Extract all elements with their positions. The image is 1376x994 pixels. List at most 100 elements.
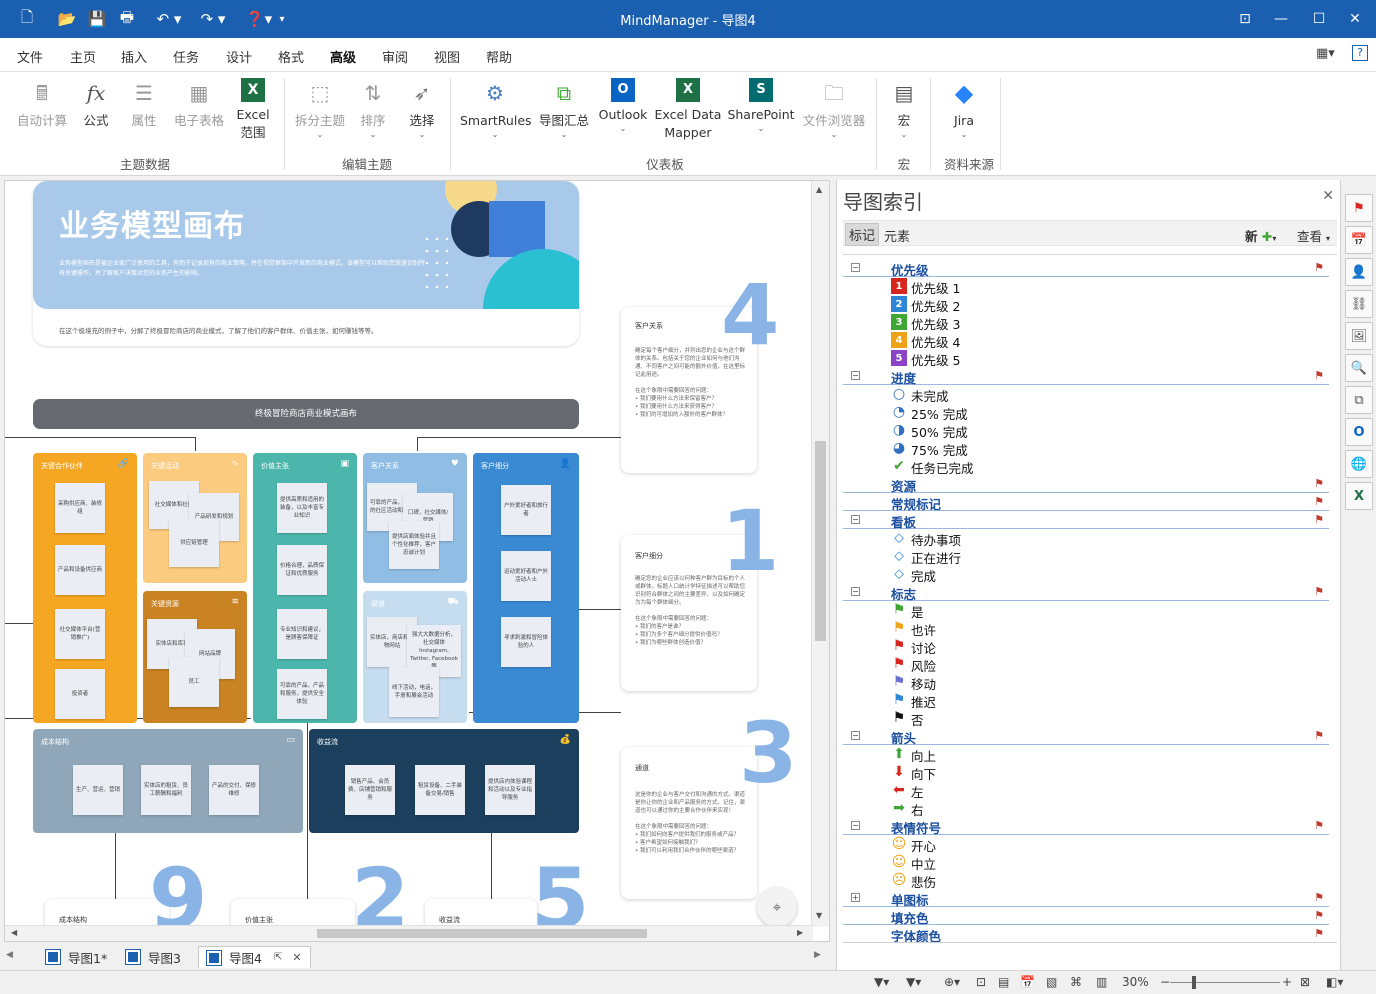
map-canvas[interactable]: 业务模型画布 业务模型画布是被企业家广泛使用的工具，有助于记录现有的商业策略，并… bbox=[5, 181, 811, 927]
show-all-icon[interactable]: ⊡ bbox=[976, 975, 986, 989]
block-customer-segments[interactable]: 客户细分 👤 户外爱好者和旅行者 运动爱好者和户外活动人士 寻求刺激和冒险体验的… bbox=[473, 453, 579, 723]
tab-view[interactable]: 视图 bbox=[434, 47, 460, 66]
restore-tab-icon[interactable]: ⇱ bbox=[274, 952, 282, 963]
block-cost-structure[interactable]: 成本结构 ▭ 生产、营运、营销 实体店的租赁、员工薪酬和福利 产品的交付、保修维… bbox=[33, 729, 303, 833]
marker-item[interactable]: ✔ 任务已完成 bbox=[843, 457, 1329, 476]
horizontal-scroll-thumb[interactable] bbox=[317, 929, 647, 938]
tab-file[interactable]: 文件 bbox=[17, 47, 43, 66]
group-options-icon[interactable]: ⚑ bbox=[1311, 925, 1327, 941]
zoom-out-icon[interactable]: − bbox=[1160, 975, 1170, 989]
marker-group[interactable]: 字体颜色 ⚑ bbox=[843, 925, 1329, 944]
doc-tab-map4[interactable]: 导图4 ⇱ ✕ bbox=[198, 946, 311, 968]
marker-item[interactable]: ⚑ 推迟 bbox=[843, 691, 1329, 710]
group-options-icon[interactable]: ⚑ bbox=[1311, 511, 1327, 527]
block-channels[interactable]: 渠道 ⛟ 实体店，商店和购物网站 强大大数据分析，社交媒体Instagram, … bbox=[363, 591, 467, 723]
marker-group[interactable]: − 表情符号 ⚑ bbox=[843, 817, 1329, 836]
marker-item[interactable]: ⬦ 待办事项 bbox=[843, 529, 1329, 548]
note[interactable]: 价格合理，品质保证和优质服务 bbox=[277, 545, 327, 595]
note[interactable]: 租赁设备、二手装备交易/销售 bbox=[415, 765, 465, 815]
group-options-icon[interactable]: ⚑ bbox=[1311, 727, 1327, 743]
marker-group[interactable]: 常规标记 ⚑ bbox=[843, 493, 1329, 512]
calendar-icon[interactable]: 📅 bbox=[1020, 975, 1035, 989]
new-marker-button[interactable]: 新 ✚▾ bbox=[1245, 226, 1276, 245]
task-panel-icon[interactable]: 📅 bbox=[1345, 226, 1373, 254]
outlook-panel-icon[interactable]: O bbox=[1345, 418, 1373, 446]
expand-icon[interactable]: + bbox=[851, 893, 860, 902]
map-canvas-view[interactable]: 业务模型画布 业务模型画布是被企业家广泛使用的工具，有助于记录现有的商业策略，并… bbox=[4, 180, 830, 942]
block-customer-relations[interactable]: 客户关系 ♥ 可靠的产品，更多的社区活动和服务 口碑，社交媒体/营销 提供店面体… bbox=[363, 453, 467, 583]
group-options-icon[interactable]: ⚑ bbox=[1311, 493, 1327, 509]
vertical-scroll-thumb[interactable] bbox=[815, 441, 826, 641]
page-icon[interactable]: ▥ bbox=[1096, 975, 1107, 989]
outline-icon[interactable]: ▤ bbox=[998, 975, 1009, 989]
tab-review[interactable]: 审阅 bbox=[382, 47, 408, 66]
formula-button[interactable]: fx 公式 bbox=[76, 76, 116, 130]
note[interactable]: 可靠的产品，产品和服务，提供安全体验 bbox=[277, 669, 327, 719]
marker-item[interactable]: 3 优先级 3 bbox=[843, 313, 1329, 332]
block-value-propositions[interactable]: 价值主张 ▣ 提供高质和适用的装备，以及丰富专业知识 价格合理，品质保证和优质服… bbox=[253, 453, 357, 723]
block-key-partners[interactable]: 关键合作伙伴 🔗 采购供应商、装修组 产品和设备供应商 社交媒体平台(营销推广)… bbox=[33, 453, 137, 723]
map-rollup-button[interactable]: ⧉ 导图汇总 ⌄ bbox=[536, 76, 592, 140]
layout-icon[interactable]: ▦▾ bbox=[1316, 46, 1335, 61]
smartrules-button[interactable]: ⚙ SmartRules ⌄ bbox=[460, 76, 532, 140]
tab-advanced[interactable]: 高级 bbox=[327, 47, 359, 75]
bottom-card-revenue[interactable]: 收益流 bbox=[425, 899, 537, 927]
marker-item[interactable]: ☺ 开心 bbox=[843, 835, 1329, 854]
marker-item[interactable]: ⬇ 向下 bbox=[843, 763, 1329, 782]
block-key-activities[interactable]: 关键活动 ∿ 社交媒体和社区 产品研发和规划 供应链管理 bbox=[143, 453, 247, 583]
ribbon-display-icon[interactable]: ⊡ bbox=[1230, 6, 1260, 32]
collapse-icon[interactable]: − bbox=[851, 821, 860, 830]
excel-data-mapper-button[interactable]: X Excel Data Mapper bbox=[654, 76, 722, 142]
note[interactable]: 提供店面体验并且个性化推荐，客户忠诚计划 bbox=[389, 521, 439, 569]
note[interactable]: 采购供应商、装修组 bbox=[55, 483, 105, 533]
note[interactable]: 户外爱好者和旅行者 bbox=[501, 485, 551, 535]
marker-item[interactable]: ⚑ 风险 bbox=[843, 655, 1329, 674]
block-revenue-streams[interactable]: 收益流 💰 销售产品、会员费、店铺营销和服务 租赁设备、二手装备交易/销售 提供… bbox=[309, 729, 579, 833]
browser-icon[interactable]: 🌐 bbox=[1345, 450, 1373, 478]
location-pin-icon[interactable]: ⌖ bbox=[757, 887, 797, 927]
collapse-icon[interactable]: − bbox=[851, 371, 860, 380]
zoom-in-icon[interactable]: + bbox=[1282, 975, 1292, 989]
macro-button[interactable]: ▤ 宏 ⌄ bbox=[886, 76, 922, 140]
markers-panel-icon[interactable]: ⚑ bbox=[1345, 194, 1373, 222]
hero-card[interactable]: 业务模型画布 业务模型画布是被企业家广泛使用的工具，有助于记录现有的商业策略，并… bbox=[33, 181, 579, 346]
horizontal-scrollbar[interactable]: ◀ ▶ bbox=[5, 925, 813, 941]
close-icon[interactable]: ✕ bbox=[1322, 188, 1334, 204]
marker-item[interactable]: ⚑ 讨论 bbox=[843, 637, 1329, 656]
marker-group[interactable]: − 看板 ⚑ bbox=[843, 511, 1329, 530]
sort-button[interactable]: ⇅ 排序 ⌄ bbox=[356, 76, 390, 140]
sharepoint-button[interactable]: S SharePoint ⌄ bbox=[726, 76, 796, 134]
tab-help[interactable]: 帮助 bbox=[486, 47, 512, 66]
attach-icon[interactable]: ⌘ bbox=[1070, 975, 1082, 989]
collapse-icon[interactable]: − bbox=[851, 587, 860, 596]
marker-item[interactable]: ◕ 75% 完成 bbox=[843, 439, 1329, 458]
marker-item[interactable]: ⚑ 移动 bbox=[843, 673, 1329, 692]
maximize-icon[interactable]: ☐ bbox=[1304, 6, 1334, 32]
view-button[interactable]: 查看 ▾ bbox=[1297, 226, 1330, 245]
note[interactable]: 投资者 bbox=[55, 669, 105, 719]
marker-item[interactable]: ⚑ 是 bbox=[843, 601, 1329, 620]
outlook-button[interactable]: O Outlook ⌄ bbox=[596, 76, 650, 134]
marker-item[interactable]: ⬦ 完成 bbox=[843, 565, 1329, 584]
marker-group[interactable]: − 进度 ⚑ bbox=[843, 367, 1329, 386]
note[interactable]: 提供高质和适用的装备，以及丰富专业知识 bbox=[277, 483, 327, 533]
bottom-card-value-proposition[interactable]: 价值主张 bbox=[231, 899, 355, 927]
minimize-icon[interactable]: — bbox=[1266, 6, 1296, 32]
marker-item[interactable]: ⚑ 否 bbox=[843, 709, 1329, 728]
marker-group[interactable]: − 箭头 ⚑ bbox=[843, 727, 1329, 746]
note[interactable]: 运动爱好者和户外活动人士 bbox=[501, 551, 551, 601]
note[interactable]: 寻求刺激和冒险体验的人 bbox=[501, 617, 551, 667]
close-tab-icon[interactable]: ✕ bbox=[292, 951, 301, 964]
note[interactable]: 线下活动，电话，手册和展会活动 bbox=[389, 667, 439, 717]
marker-item[interactable]: ◑ 50% 完成 bbox=[843, 421, 1329, 440]
marker-group[interactable]: − 优先级 ⚑ bbox=[843, 259, 1329, 278]
tab-elements[interactable]: 元素 bbox=[881, 225, 913, 246]
note[interactable]: 生产、营运、营销 bbox=[73, 765, 123, 815]
note[interactable]: 员工 bbox=[169, 657, 219, 707]
side-card-channels[interactable]: 通道 这是你的企业与客户交付和沟通的方式。渠道是你让你的企业和产品服务的方式。记… bbox=[621, 747, 757, 899]
marker-item[interactable]: ☹ 悲伤 bbox=[843, 871, 1329, 890]
group-options-icon[interactable]: ⚑ bbox=[1311, 475, 1327, 491]
excel-range-button[interactable]: X Excel 范围 bbox=[232, 76, 274, 142]
filter-options-icon[interactable]: ▼▾ bbox=[906, 975, 921, 989]
collapse-icon[interactable]: − bbox=[851, 515, 860, 524]
